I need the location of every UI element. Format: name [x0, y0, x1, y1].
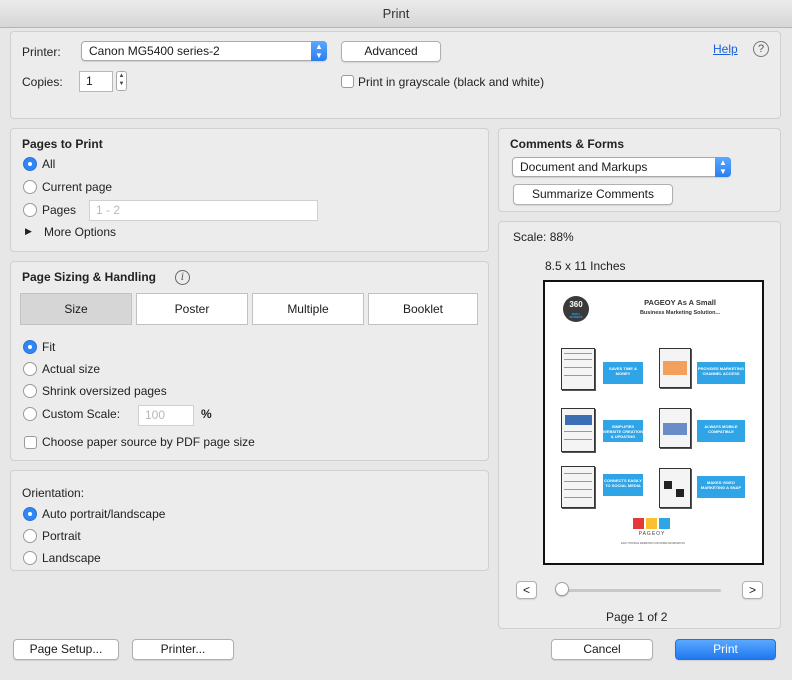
more-options-label[interactable]: More Options [44, 225, 116, 239]
tab-multiple[interactable]: Multiple [252, 293, 364, 325]
radio-actual-size[interactable] [23, 362, 37, 376]
radio-fit[interactable] [23, 340, 37, 354]
doc-thumbnail [659, 348, 691, 388]
flow-box-3: SIMPLIFIES WEBSITE CREATION & UPDATING [603, 420, 643, 442]
next-page-button[interactable]: > [742, 581, 763, 599]
flow-box-2: PROVIDES MARKETING CHANNEL ACCESS [697, 362, 745, 384]
window-title: Print [382, 6, 410, 21]
paper-source-checkbox[interactable] [24, 436, 37, 449]
printer-select-value: Canon MG5400 series-2 [89, 44, 220, 58]
doc-brand: PAGEOY [638, 531, 666, 537]
radio-custom-scale[interactable] [23, 407, 37, 421]
logo-blue-square [659, 518, 670, 529]
scale-label: Scale: [513, 230, 547, 244]
help-icon[interactable]: ? [753, 41, 769, 57]
disclosure-triangle-icon[interactable]: ▶ [25, 226, 32, 237]
doc-title: PAGEOY As A Small Business Marketing Sol… [605, 298, 755, 318]
radio-portrait[interactable] [23, 529, 37, 543]
radio-all-label: All [42, 157, 56, 171]
radio-pages[interactable] [23, 203, 37, 217]
doc-footer: EASY PROFILE WEBSITES FOR MORE INFORMATI… [621, 542, 685, 545]
comments-forms-select[interactable]: Document and Markups ▲ ▼ [512, 157, 731, 177]
radio-landscape-label: Landscape [42, 551, 101, 565]
flow-box-5: CONNECTS EASILY TO SOCIAL MEDIA [603, 474, 643, 496]
doc-title-line2: Business Marketing Solution... [639, 310, 721, 316]
radio-auto-orientation[interactable] [23, 507, 37, 521]
badge-360-text: 360 [569, 300, 583, 309]
grayscale-checkbox[interactable] [341, 75, 354, 88]
radio-landscape[interactable] [23, 551, 37, 565]
page-size-label: 8.5 x 11 Inches [545, 259, 626, 273]
page-slider-track[interactable] [556, 589, 721, 592]
radio-portrait-label: Portrait [42, 529, 81, 543]
radio-auto-orientation-label: Auto portrait/landscape [42, 507, 166, 521]
radio-actual-size-label: Actual size [42, 362, 101, 376]
printer-button[interactable]: Printer... [132, 639, 234, 660]
orientation-heading: Orientation: [22, 486, 85, 500]
prev-page-button[interactable]: < [516, 581, 537, 599]
comments-forms-heading: Comments & Forms [510, 137, 625, 151]
tab-poster[interactable]: Poster [136, 293, 248, 325]
select-arrows-icon: ▲ ▼ [715, 157, 731, 177]
summarize-comments-button[interactable]: Summarize Comments [513, 184, 673, 205]
flow-box-4: ALWAYS MOBILE COMPATIBLE [697, 420, 745, 442]
cancel-button[interactable]: Cancel [551, 639, 653, 660]
radio-current-page[interactable] [23, 180, 37, 194]
comments-forms-select-value: Document and Markups [520, 160, 648, 174]
flow-box-1: SAVES TIME & MONEY [603, 362, 643, 384]
radio-current-page-label: Current page [42, 180, 113, 194]
print-button[interactable]: Print [675, 639, 776, 660]
advanced-button[interactable]: Advanced [341, 41, 441, 62]
copies-label: Copies: [22, 75, 63, 89]
help-link[interactable]: Help [713, 42, 738, 56]
page-sizing-heading: Page Sizing & Handling [22, 270, 157, 284]
page-setup-button[interactable]: Page Setup... [13, 639, 119, 660]
flow-box-6: MAKES VIDEO MARKETING A SNAP [697, 476, 745, 498]
preview-page: 360 SMALL BUSINESS PAGEOY As A Small Bus… [549, 286, 758, 559]
page-indicator: Page 1 of 2 [606, 610, 668, 624]
printer-select[interactable]: Canon MG5400 series-2 ▲ ▼ [81, 41, 327, 61]
doc-thumbnail [561, 466, 595, 508]
info-icon[interactable]: i [175, 270, 190, 285]
page-slider-thumb[interactable] [555, 582, 569, 596]
doc-thumbnail [659, 408, 691, 448]
doc-thumbnail [659, 468, 691, 508]
logo-red-square [633, 518, 644, 529]
scale-value: 88% [549, 230, 574, 244]
radio-all[interactable] [23, 157, 37, 171]
copies-stepper-icon[interactable]: ▲ ▼ [116, 71, 127, 91]
window-title-bar: Print [0, 0, 792, 28]
copies-input[interactable]: 1 [79, 71, 113, 92]
paper-source-label: Choose paper source by PDF page size [42, 435, 255, 449]
badge-360-sub: SMALL BUSINESS [569, 313, 583, 319]
doc-title-line1: PAGEOY As A Small [644, 298, 716, 307]
badge-360: 360 SMALL BUSINESS [563, 296, 589, 322]
pages-range-input[interactable]: 1 - 2 [89, 200, 318, 221]
logo-yellow-square [646, 518, 657, 529]
printer-label: Printer: [22, 45, 61, 59]
page-preview: 360 SMALL BUSINESS PAGEOY As A Small Bus… [543, 280, 764, 565]
radio-shrink-oversized-label: Shrink oversized pages [42, 384, 167, 398]
radio-pages-label: Pages [42, 203, 77, 217]
percent-label: % [201, 407, 212, 421]
select-arrows-icon: ▲ ▼ [311, 41, 327, 61]
doc-thumbnail [561, 348, 595, 390]
radio-fit-label: Fit [42, 340, 56, 354]
radio-shrink-oversized[interactable] [23, 384, 37, 398]
page-sizing-panel [10, 261, 489, 461]
tab-booklet[interactable]: Booklet [368, 293, 478, 325]
pages-to-print-heading: Pages to Print [22, 137, 103, 151]
doc-thumbnail [561, 408, 595, 452]
tab-size[interactable]: Size [20, 293, 132, 325]
grayscale-label: Print in grayscale (black and white) [358, 75, 545, 89]
custom-scale-input[interactable]: 100 [138, 405, 194, 426]
radio-custom-scale-label: Custom Scale: [42, 407, 121, 421]
